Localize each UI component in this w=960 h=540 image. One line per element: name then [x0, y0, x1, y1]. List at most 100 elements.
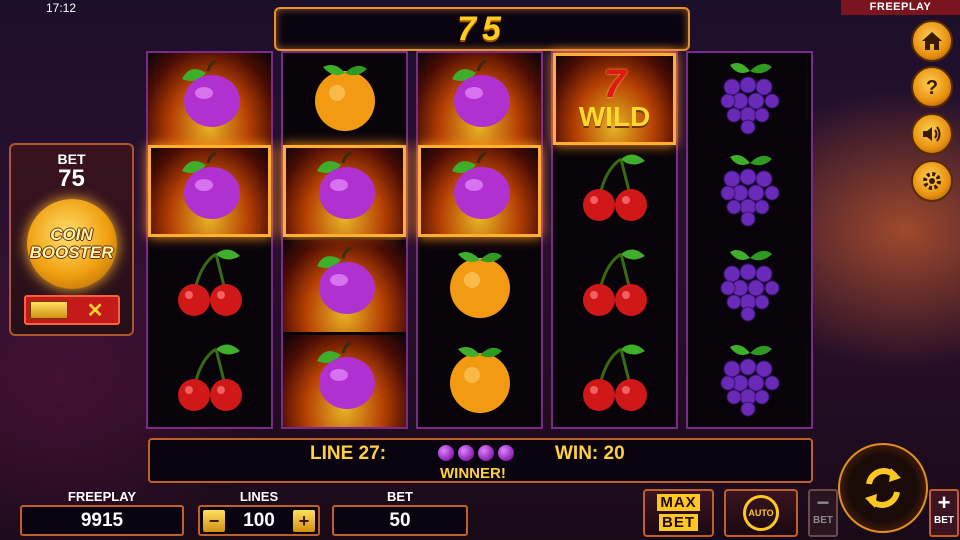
orange-icon: [440, 244, 520, 329]
reel-cell-cherry: [553, 145, 676, 237]
mini-plum-icon: [458, 445, 474, 461]
settings-button[interactable]: [911, 160, 953, 202]
bet-decrease-label: BET: [813, 515, 833, 526]
autoplay-label: AUTO: [748, 508, 774, 518]
plum-icon: [170, 149, 250, 234]
reel-5: [686, 51, 813, 429]
reel-2: [281, 51, 408, 429]
bet-panel: BET 75 COIN BOOSTER ✕: [9, 143, 134, 336]
reel-cell-plum: [148, 145, 271, 237]
reel-cell-cherry: [553, 240, 676, 332]
reel-cell-grapes: [688, 145, 811, 237]
reel-cell-plum: [148, 53, 271, 145]
max-bet-line2: BET: [659, 514, 698, 531]
reel-cell-plum: [283, 240, 406, 332]
svg-text:?: ?: [926, 77, 938, 99]
toggle-knob: [29, 301, 68, 319]
wild-label: WILD: [578, 101, 651, 132]
lines-group: LINES − 100 +: [198, 489, 320, 536]
coin-booster-icon: COIN BOOSTER: [26, 199, 117, 289]
reel-cell-grapes: [688, 240, 811, 332]
freeplay-value: 9915: [20, 505, 184, 536]
cherry-icon: [170, 339, 250, 424]
cherry-icon: [575, 244, 655, 329]
bet-panel-value: 75: [58, 165, 85, 192]
sound-icon: [923, 126, 941, 142]
wild-seven: 7: [603, 62, 626, 106]
reel-cell-wild: 7 WILD: [553, 53, 676, 145]
help-icon: ?: [926, 77, 938, 99]
reels-area: 7 WILD: [146, 51, 816, 429]
reel-1: [146, 51, 273, 429]
grapes-icon: [710, 244, 790, 329]
lines-minus-button[interactable]: −: [203, 510, 225, 532]
orange-icon: [440, 339, 520, 424]
reel-cell-grapes: [688, 335, 811, 427]
plum-icon: [440, 57, 520, 142]
reel-cell-orange: [418, 240, 541, 332]
plum-icon: [170, 57, 250, 142]
autoplay-icon: AUTO: [743, 495, 779, 531]
grapes-icon: [710, 149, 790, 234]
grapes-icon: [710, 339, 790, 424]
winner-label: WINNER!: [440, 465, 506, 482]
spin-icon: [865, 468, 901, 508]
win-amount: 75: [457, 10, 507, 48]
home-icon: [922, 32, 942, 50]
reel-cell-cherry: [148, 240, 271, 332]
coin-booster-line2: BOOSTER: [29, 243, 114, 262]
plum-icon: [305, 149, 385, 234]
reel-cell-orange: [283, 53, 406, 145]
reel-cell-grapes: [688, 53, 811, 145]
max-bet-line1: MAX: [657, 494, 700, 511]
plus-icon: +: [937, 490, 951, 515]
reel-cell-plum: [418, 145, 541, 237]
cherry-icon: [575, 339, 655, 424]
reel-cell-plum: [283, 335, 406, 427]
sound-button[interactable]: [911, 113, 953, 155]
bet-increase-button[interactable]: + BET: [929, 489, 959, 537]
orange-icon: [305, 57, 385, 142]
freeplay-label: FREEPLAY: [67, 489, 137, 504]
reel-4: 7 WILD: [551, 51, 678, 429]
spin-button[interactable]: [838, 443, 928, 533]
reel-3: [416, 51, 543, 429]
wild-symbol: 7 WILD: [578, 62, 651, 132]
cherry-icon: [170, 244, 250, 329]
home-button[interactable]: [911, 20, 953, 62]
bet-group: BET 50: [332, 489, 468, 536]
plum-icon: [305, 244, 385, 329]
autoplay-button[interactable]: AUTO: [724, 489, 798, 537]
freeplay-tag: FREEPLAY: [841, 0, 960, 15]
close-icon: ✕: [86, 300, 104, 322]
reel-cell-plum: [418, 53, 541, 145]
mini-plum-icon: [498, 445, 514, 461]
coin-booster-line1: COIN: [50, 225, 93, 244]
reel-cell-cherry: [148, 335, 271, 427]
mini-plum-icon: [478, 445, 494, 461]
max-bet-button[interactable]: MAX BET: [643, 489, 714, 537]
lines-field: − 100 +: [198, 505, 320, 536]
line-win: WIN: 20: [555, 443, 625, 464]
bet-increase-label: BET: [934, 515, 954, 526]
grapes-icon: [710, 57, 790, 142]
cherry-icon: [575, 149, 655, 234]
line-info-bar: LINE 27: WIN: 20 WINNER!: [148, 438, 813, 483]
line-symbols: [438, 445, 514, 461]
reel-cell-orange: [418, 335, 541, 427]
help-button[interactable]: ?: [911, 66, 953, 108]
bet-label: BET: [387, 489, 413, 504]
mini-plum-icon: [438, 445, 454, 461]
gear-icon: [923, 172, 941, 190]
lines-plus-button[interactable]: +: [293, 510, 315, 532]
plum-icon: [440, 149, 520, 234]
plum-icon: [305, 339, 385, 424]
reel-cell-plum: [283, 145, 406, 237]
lines-value: 100: [243, 510, 275, 531]
bet-decrease-button[interactable]: − BET: [808, 489, 838, 537]
line-number: LINE 27:: [310, 443, 387, 464]
clock: 17:12: [46, 1, 77, 15]
bet-value: 50: [332, 505, 468, 536]
coin-booster-toggle[interactable]: ✕: [23, 295, 120, 325]
reel-cell-cherry: [553, 335, 676, 427]
